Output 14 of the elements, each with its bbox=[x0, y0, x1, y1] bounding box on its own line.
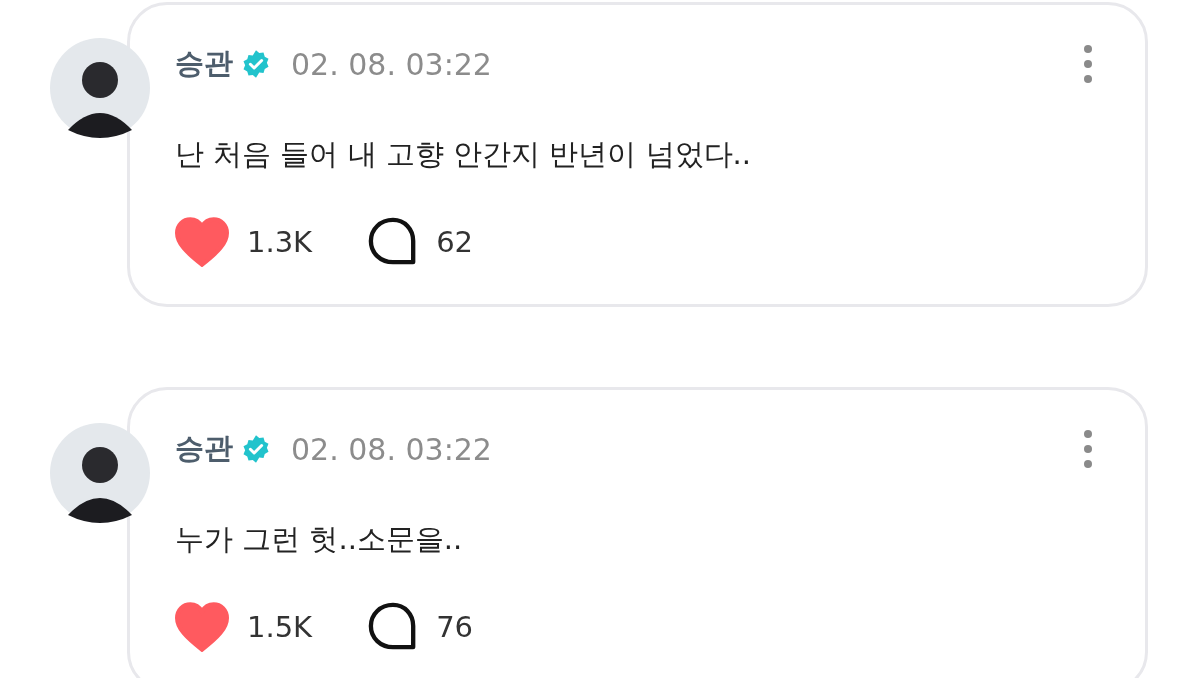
heart-icon[interactable] bbox=[175, 602, 229, 652]
like-count: 1.3K bbox=[247, 225, 313, 259]
comment-count: 62 bbox=[436, 225, 474, 259]
comment-count: 76 bbox=[436, 610, 474, 644]
post-text: 누가 그런 헛..소문을.. bbox=[175, 521, 464, 558]
post-time: 02. 08. 03:22 bbox=[291, 46, 492, 82]
more-options-icon[interactable] bbox=[1083, 429, 1093, 469]
post-text: 난 처음 들어 내 고향 안간지 반년이 넘었다.. bbox=[175, 136, 752, 173]
post-time: 02. 08. 03:22 bbox=[291, 431, 492, 467]
author-name[interactable]: 승관 bbox=[175, 429, 233, 469]
like-count: 1.5K bbox=[247, 610, 313, 644]
author-name[interactable]: 승관 bbox=[175, 44, 233, 84]
more-options-icon[interactable] bbox=[1083, 44, 1093, 84]
heart-icon[interactable] bbox=[175, 217, 229, 267]
